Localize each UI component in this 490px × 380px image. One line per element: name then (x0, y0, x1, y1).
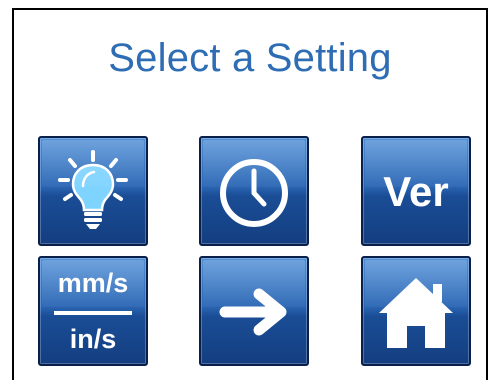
settings-screen: Select a Setting Ver mm/s in/s (12, 8, 488, 380)
home-icon (379, 278, 453, 348)
clock-button[interactable] (199, 136, 309, 246)
home-button[interactable] (361, 256, 471, 366)
brightness-button[interactable] (38, 136, 148, 246)
lightbulb-icon (58, 150, 128, 229)
version-label: Ver (383, 168, 449, 215)
units-divider (54, 311, 132, 315)
units-imperial-label: in/s (69, 324, 117, 354)
clock-icon (220, 159, 288, 227)
next-button[interactable] (199, 256, 309, 366)
units-toggle-button[interactable]: mm/s in/s (38, 256, 148, 366)
version-button[interactable]: Ver (361, 136, 471, 246)
units-metric-label: mm/s (57, 268, 129, 298)
arrow-right-icon (219, 288, 287, 336)
page-title: Select a Setting (108, 36, 392, 80)
